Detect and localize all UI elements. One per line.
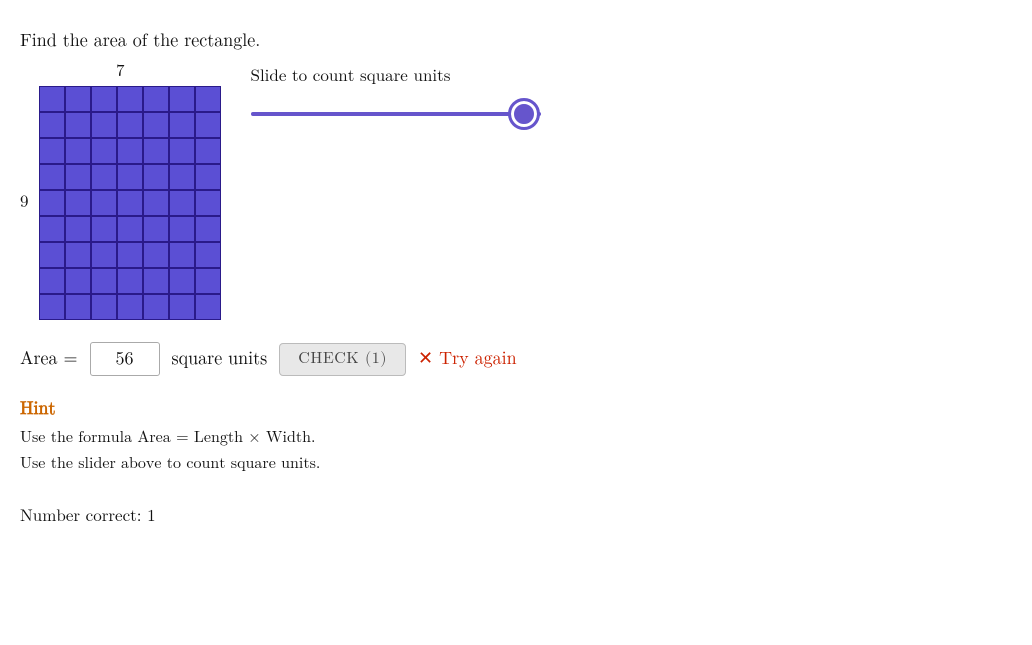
grid-cell [39,164,65,190]
grid-cell [169,86,195,112]
number-correct: Number correct: 1 [20,507,1012,527]
slider-track [251,112,541,116]
grid-cell [91,164,117,190]
hint-title: Hint [20,398,1012,420]
grid-cell [117,112,143,138]
grid-cell [39,86,65,112]
grid-cell [195,190,221,216]
grid-row [39,86,221,112]
grid-row [39,112,221,138]
grid-cell [143,216,169,242]
rectangle-grid [39,86,221,320]
dimension-left: 9 [20,193,29,213]
grid-cell [143,268,169,294]
grid-cell [39,242,65,268]
grid-cell [65,190,91,216]
slider-container[interactable] [251,99,541,129]
grid-cell [169,138,195,164]
grid-cell [91,86,117,112]
grid-cell [143,86,169,112]
grid-cell [195,164,221,190]
grid-cell [91,190,117,216]
grid-cell [195,242,221,268]
square-units-label: square units [172,348,268,370]
grid-cell [117,242,143,268]
grid-cell [117,164,143,190]
grid-cell [169,294,195,320]
grid-cell [143,138,169,164]
x-icon: ✕ [418,348,433,370]
grid-cell [169,190,195,216]
grid-cell [65,216,91,242]
grid-cell [91,138,117,164]
slider-thumb[interactable] [511,101,537,127]
grid-cell [39,216,65,242]
grid-cell [169,216,195,242]
grid-cell [65,86,91,112]
grid-cell [39,190,65,216]
grid-row [39,138,221,164]
grid-cell [117,86,143,112]
grid-cell [195,138,221,164]
dimension-top: 7 [116,62,125,82]
grid-row [39,164,221,190]
grid-cell [169,268,195,294]
grid-cell [39,112,65,138]
grid-cell [195,112,221,138]
grid-cell [65,268,91,294]
grid-cell [117,138,143,164]
grid-cell [195,216,221,242]
grid-cell [143,242,169,268]
grid-cell [117,216,143,242]
grid-cell [143,112,169,138]
grid-cell [65,112,91,138]
grid-cell [169,112,195,138]
grid-cell [195,268,221,294]
grid-cell [143,190,169,216]
try-again-label: Try again [439,348,517,370]
grid-cell [91,242,117,268]
check-button[interactable]: CHECK (1) [279,343,406,376]
grid-row [39,268,221,294]
grid-cell [143,164,169,190]
grid-cell [91,216,117,242]
grid-cell [65,164,91,190]
grid-cell [65,242,91,268]
grid-cell [39,294,65,320]
grid-row [39,190,221,216]
grid-cell [169,164,195,190]
grid-row [39,242,221,268]
grid-cell [39,268,65,294]
grid-cell [65,138,91,164]
grid-cell [117,268,143,294]
grid-cell [195,294,221,320]
grid-cell [195,86,221,112]
grid-row [39,294,221,320]
question-text: Find the area of the rectangle. [20,30,1012,52]
grid-cell [65,294,91,320]
slider-label: Slide to count square units [251,67,541,87]
grid-cell [91,112,117,138]
grid-cell [117,294,143,320]
hint-line2: Use the slider above to count square uni… [20,452,1012,478]
grid-cell [91,268,117,294]
grid-row [39,216,221,242]
answer-input[interactable] [90,342,160,376]
area-label: Area = [20,348,78,370]
grid-cell [117,190,143,216]
grid-cell [91,294,117,320]
hint-line1: Use the formula Area = Length × Width. [20,426,1012,452]
grid-cell [143,294,169,320]
grid-cell [169,242,195,268]
grid-cell [39,138,65,164]
try-again-button[interactable]: ✕ Try again [418,348,517,370]
